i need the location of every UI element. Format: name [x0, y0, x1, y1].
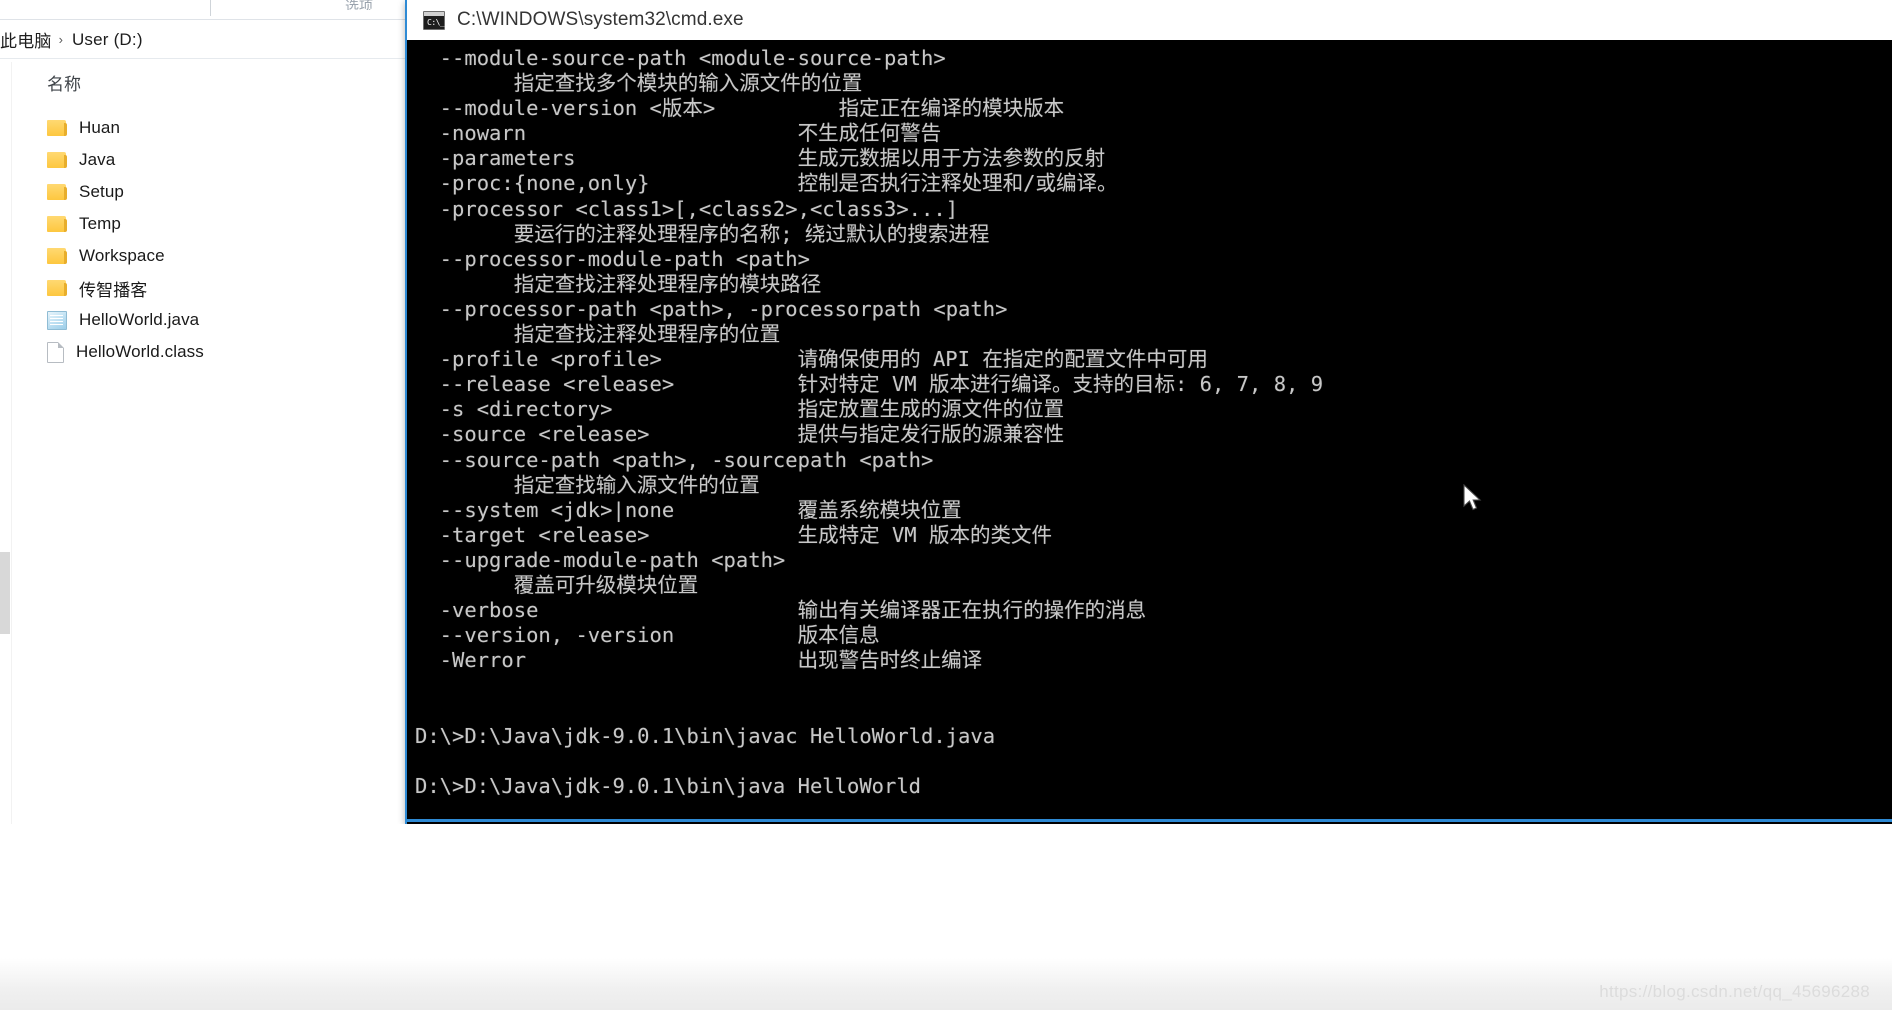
cmd-window-title: C:\WINDOWS\system32\cmd.exe [457, 9, 744, 30]
folder-icon [47, 151, 67, 169]
cmd-output-text: --module-source-path <module-source-path… [415, 46, 1324, 798]
java-source-file-icon [47, 310, 67, 330]
list-item-label: Setup [79, 182, 124, 201]
list-item-label: Java [79, 150, 116, 169]
cmd-title-bar[interactable]: C:\_ C:\WINDOWS\system32\cmd.exe [407, 0, 1892, 40]
watermark-band: https://blog.csdn.net/qq_45696288 [0, 958, 1892, 1010]
folder-icon [47, 215, 67, 233]
watermark-text: https://blog.csdn.net/qq_45696288 [1599, 982, 1870, 1001]
breadcrumb-this-pc[interactable]: 此电脑 [0, 27, 52, 52]
class-file-icon [47, 341, 64, 363]
folder-icon [47, 183, 67, 201]
breadcrumb-current-drive[interactable]: User (D:) [72, 30, 143, 50]
toolbar-options-label[interactable]: 选项 [345, 0, 373, 10]
folder-icon [47, 279, 67, 297]
cmd-output-area[interactable]: --module-source-path <module-source-path… [407, 40, 1892, 822]
cmd-console-window: C:\_ C:\WINDOWS\system32\cmd.exe --modul… [405, 0, 1892, 824]
list-item-label: HelloWorld.java [79, 310, 200, 329]
toolbar-separator [210, 0, 211, 16]
folder-icon [47, 119, 67, 137]
list-item-label: Huan [79, 118, 121, 137]
list-item-label: 传智播客 [79, 280, 148, 300]
column-header-name[interactable]: 名称 [47, 70, 81, 95]
breadcrumb-chevron-icon: › [58, 32, 63, 47]
cmd-console-icon: C:\_ [423, 10, 445, 30]
list-item-label: Workspace [79, 246, 165, 265]
list-item-label: HelloWorld.class [76, 342, 204, 361]
list-item-label: Temp [79, 214, 121, 233]
scrollbar-thumb[interactable] [0, 552, 10, 634]
screen-root: 选项 此电脑 › User (D:) 名称 Huan Java Setup Te… [0, 0, 1892, 1010]
cmd-icon-prompt-glyph: C:\_ [427, 17, 445, 27]
folder-icon [47, 247, 67, 265]
cmd-window-bottom-edge [407, 819, 1892, 822]
